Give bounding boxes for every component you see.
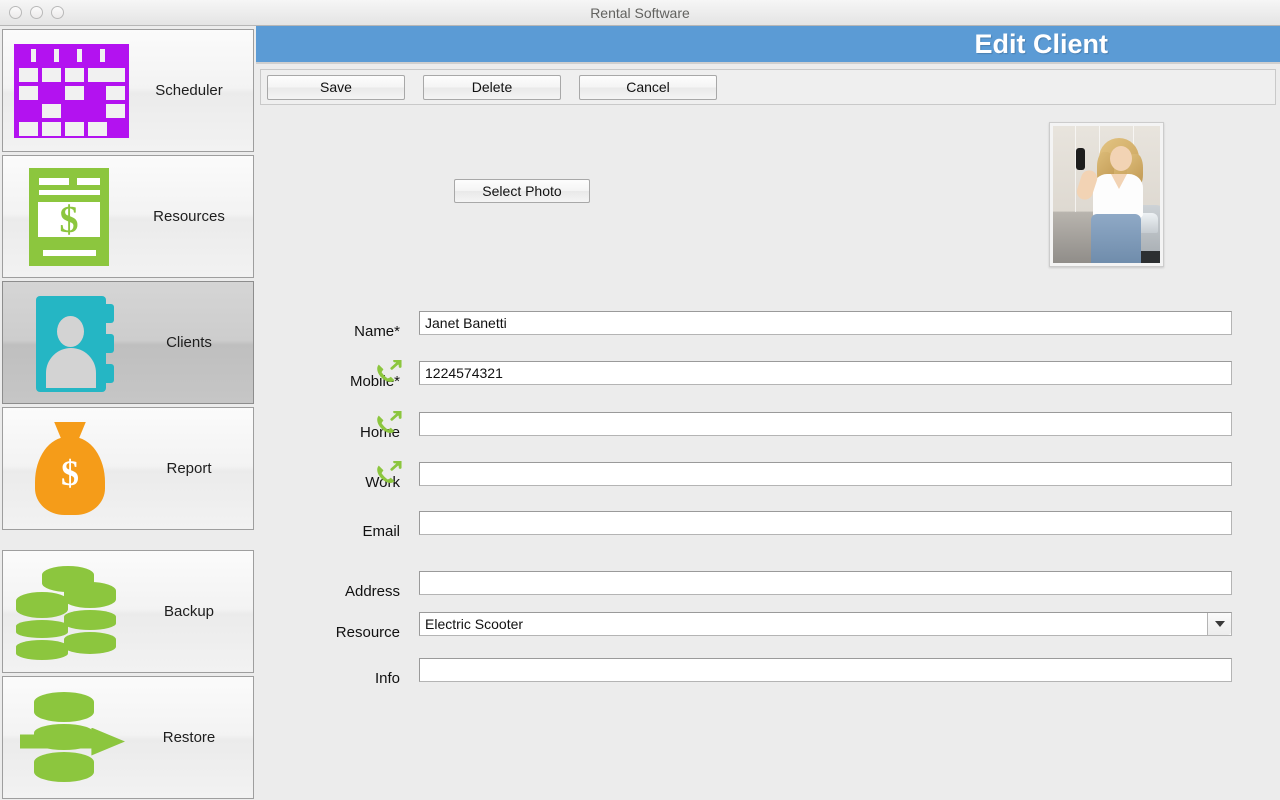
sidebar-item-report[interactable]: $ Report: [2, 407, 254, 530]
phone-outgoing-icon[interactable]: [374, 460, 404, 487]
info-label: Info: [374, 670, 400, 687]
info-input[interactable]: [419, 658, 1232, 682]
page-header: Edit Client: [256, 26, 1280, 64]
address-input[interactable]: [419, 571, 1232, 595]
email-label: Email: [362, 523, 400, 540]
select-photo-button[interactable]: Select Photo: [454, 179, 590, 203]
page-title: Edit Client: [974, 29, 1109, 59]
sidebar: Scheduler $ Resources Clients $ Report B…: [0, 26, 256, 799]
phone-outgoing-icon[interactable]: [374, 410, 404, 437]
sidebar-item-scheduler[interactable]: Scheduler: [2, 29, 254, 152]
sidebar-item-label: Scheduler: [155, 82, 223, 99]
name-label: Name*: [354, 323, 400, 340]
form-row-address: Address: [256, 569, 1280, 600]
form-row-email: Email: [256, 509, 1280, 540]
form-row-mobile: Mobile* 1224574321: [256, 359, 1280, 390]
form-row-info: Info: [256, 656, 1280, 687]
phone-outgoing-icon[interactable]: [374, 359, 404, 386]
action-toolbar: Save Delete Cancel: [260, 69, 1276, 105]
window-title: Rental Software: [590, 5, 690, 21]
delete-button[interactable]: Delete: [423, 74, 561, 100]
sidebar-item-label: Backup: [163, 603, 215, 620]
home-input[interactable]: [419, 412, 1232, 436]
sidebar-item-label: Restore: [162, 729, 216, 746]
client-photo-image: [1053, 126, 1160, 263]
sidebar-item-resources[interactable]: $ Resources: [2, 155, 254, 278]
database-restore-icon: [8, 688, 133, 788]
resource-select[interactable]: Electric Scooter: [419, 612, 1232, 636]
resource-selected-value: Electric Scooter: [425, 616, 524, 632]
window-titlebar: Rental Software: [0, 0, 1280, 26]
calendar-icon: [8, 41, 133, 141]
work-input[interactable]: [419, 462, 1232, 486]
sidebar-item-label: Resources: [153, 208, 225, 225]
sidebar-item-backup[interactable]: Backup: [2, 550, 254, 673]
sidebar-item-label: Report: [166, 460, 212, 477]
database-stack-icon: [8, 562, 133, 662]
address-book-icon: [8, 293, 133, 393]
sidebar-item-restore[interactable]: Restore: [2, 676, 254, 799]
sidebar-item-clients[interactable]: Clients: [2, 281, 254, 404]
sidebar-item-label: Clients: [166, 334, 212, 351]
form-row-work: Work: [256, 460, 1280, 491]
form-row-resource: Resource Electric Scooter: [256, 610, 1280, 641]
mobile-input[interactable]: 1224574321: [419, 361, 1232, 385]
resource-label: Resource: [335, 624, 400, 641]
chevron-down-icon[interactable]: [1207, 613, 1231, 635]
client-photo: [1049, 122, 1164, 267]
address-label: Address: [344, 583, 400, 600]
invoice-dollar-icon: $: [8, 167, 133, 267]
money-bag-icon: $: [8, 419, 133, 519]
cancel-button[interactable]: Cancel: [579, 74, 717, 100]
main-panel: Edit Client Save Delete Cancel Select Ph…: [256, 26, 1280, 800]
save-button[interactable]: Save: [267, 74, 405, 100]
form-row-home: Home: [256, 410, 1280, 441]
email-input[interactable]: [419, 511, 1232, 535]
name-input[interactable]: Janet Banetti: [419, 311, 1232, 335]
form-row-name: Name* Janet Banetti: [256, 309, 1280, 340]
app-window: Rental Software Scheduler $ Resources Cl…: [0, 0, 1280, 800]
